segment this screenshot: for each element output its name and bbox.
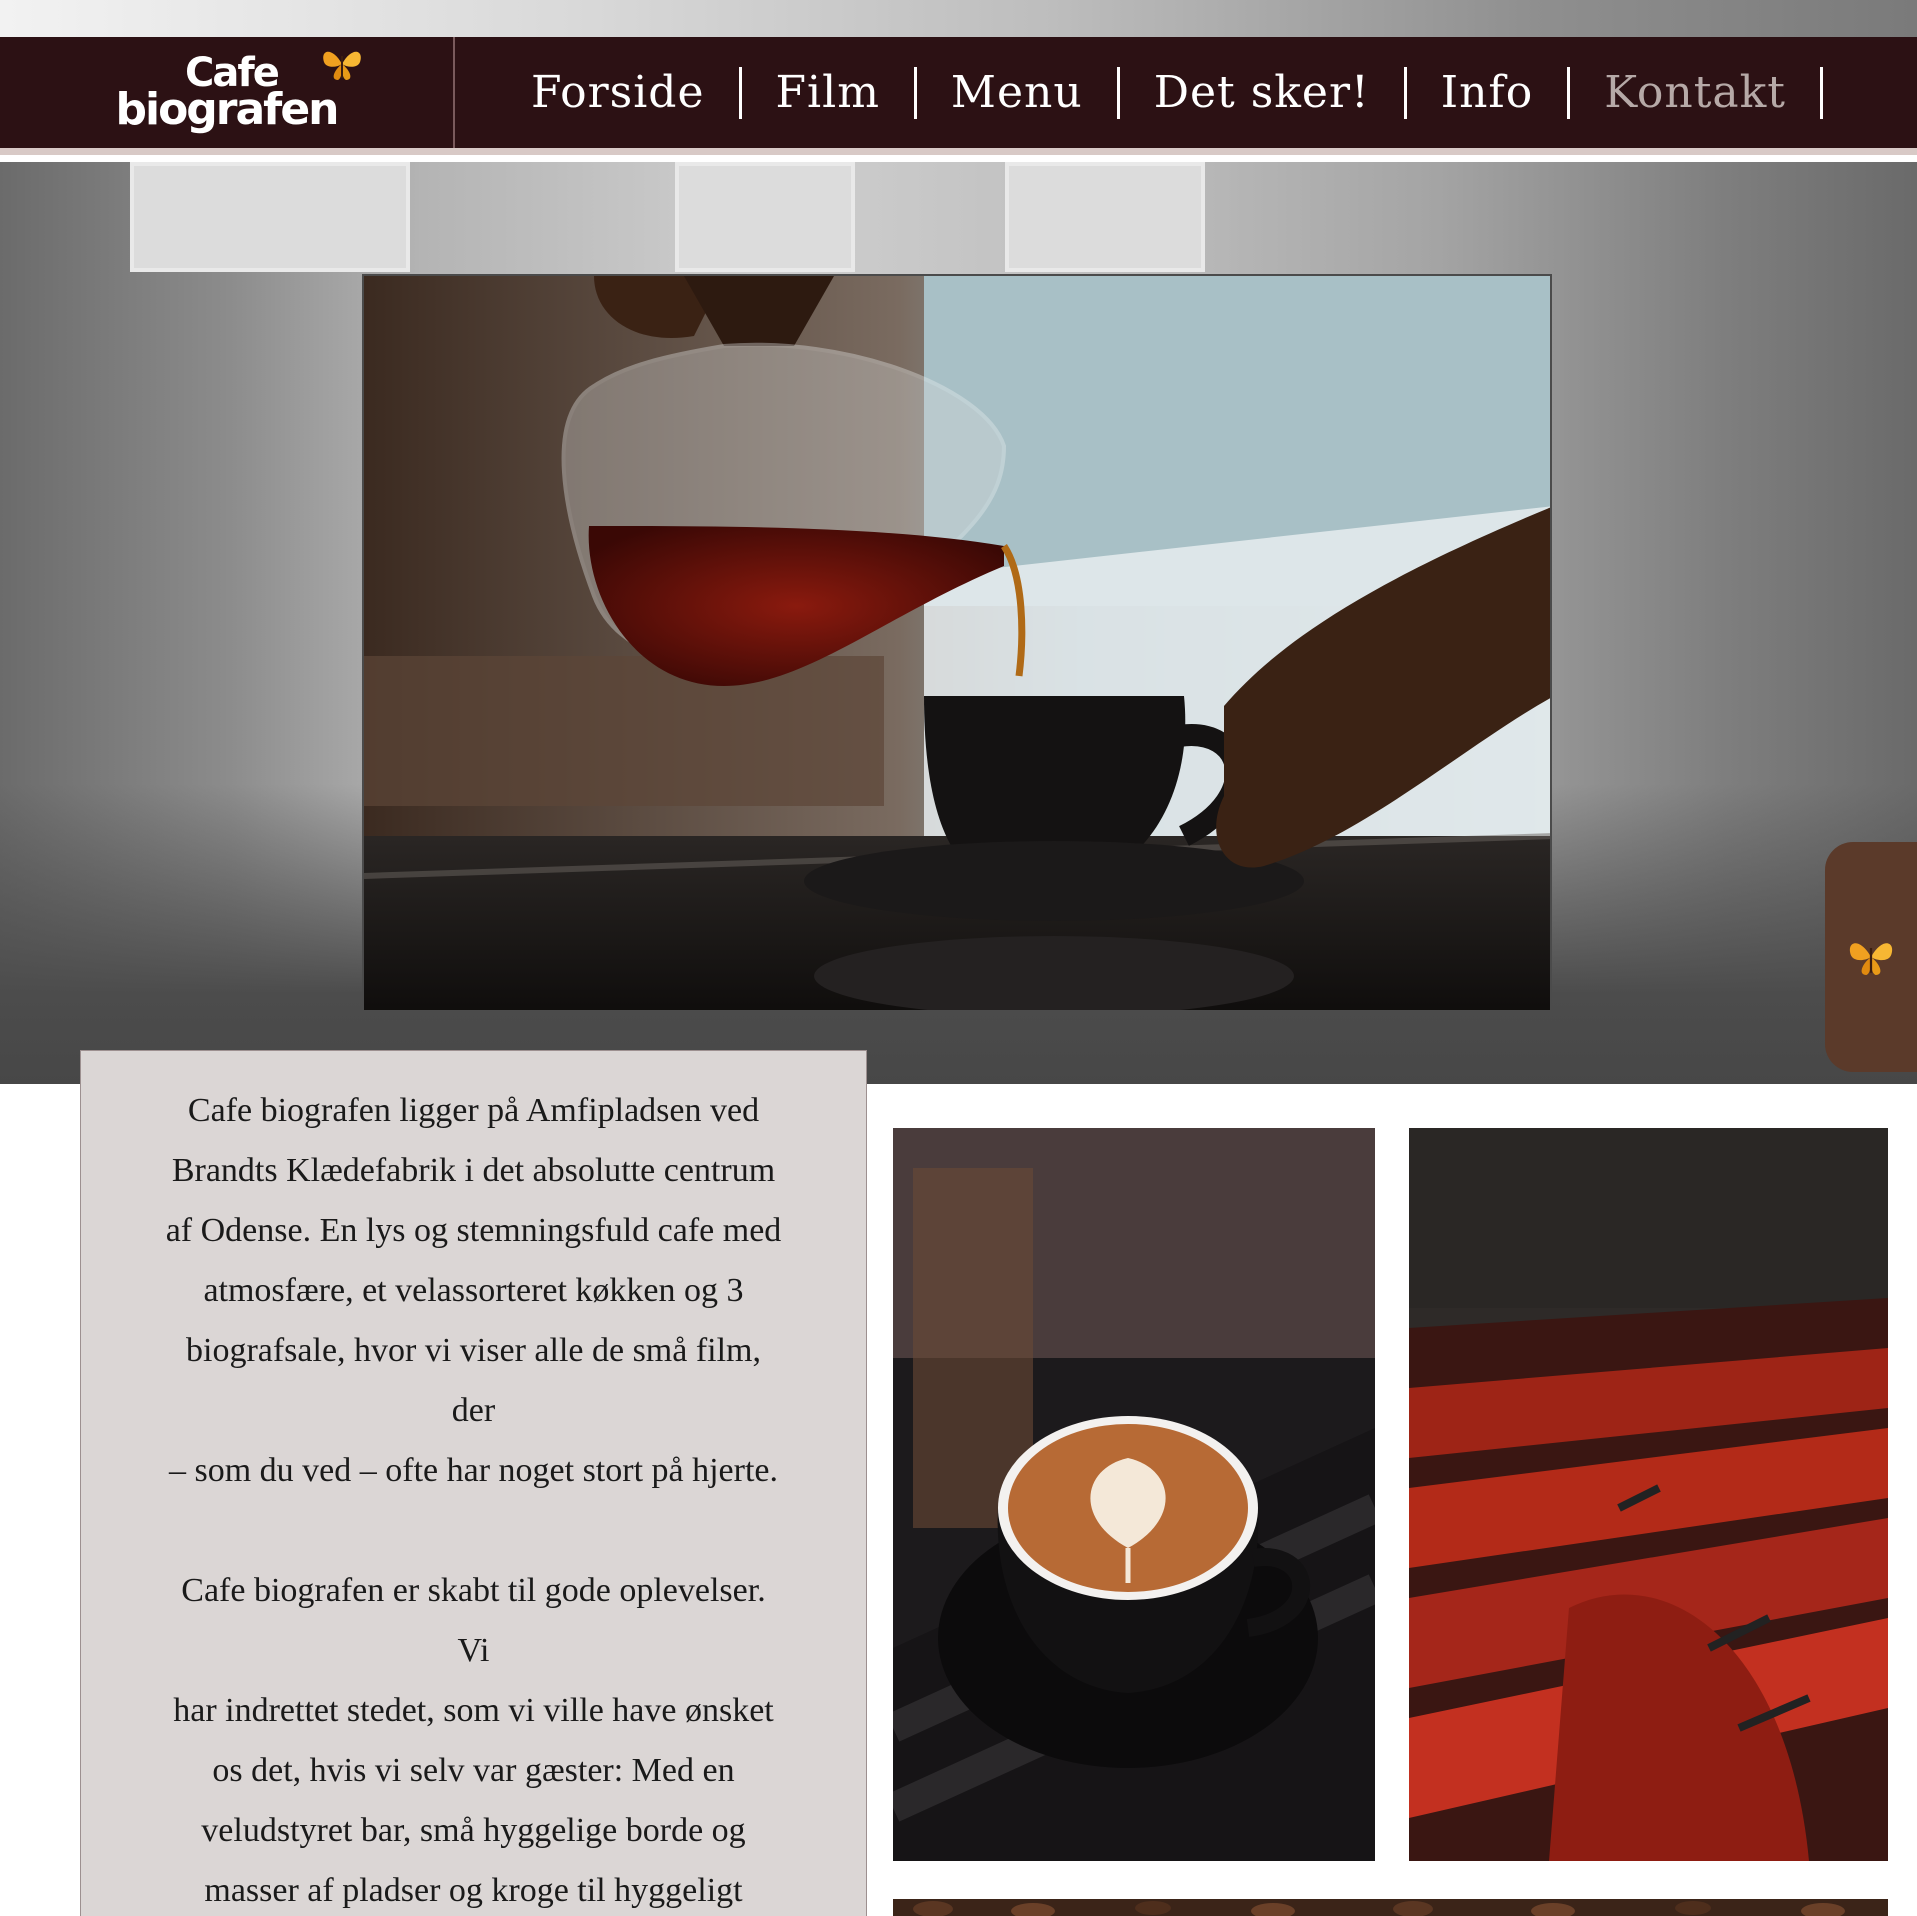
side-tab-button[interactable] (1825, 842, 1917, 1072)
intro-paragraph-2: Cafe biografen er skabt til gode oplevel… (173, 1572, 774, 1909)
butterfly-icon (322, 52, 361, 81)
background-window (675, 162, 855, 272)
nav-separator (1819, 66, 1823, 119)
nav-menu[interactable]: Menu (917, 67, 1117, 118)
main-nav: Forside Film Menu Det sker! Info Kontakt (497, 66, 1823, 119)
butterfly-icon (1849, 943, 1893, 975)
coffee-beans-image (893, 1899, 1888, 1916)
nav-forside[interactable]: Forside (497, 67, 739, 118)
background-window (1005, 162, 1205, 272)
logo-line-2: biografen (115, 83, 339, 135)
intro-paragraph-1: Cafe biografen ligger på Amfipladsen ved… (165, 1092, 782, 1489)
background-window (130, 162, 410, 272)
logo: Cafe biografen (115, 52, 361, 135)
coffee-pour-illustration (364, 276, 1550, 1010)
cinema-seats-illustration (1409, 1128, 1888, 1861)
intro-text-card: Cafe biografen ligger på Amfipladsen ved… (80, 1050, 867, 1916)
nav-info[interactable]: Info (1407, 67, 1568, 118)
latte-illustration (893, 1128, 1375, 1861)
site-header: Cafe biografen Forside Film Menu Det ske… (0, 37, 1917, 155)
top-background-strip (0, 0, 1917, 37)
cinema-seats-image (1409, 1128, 1888, 1861)
logo-link[interactable]: Cafe biografen (0, 37, 455, 148)
hero-coffee-pour-image (362, 274, 1552, 1012)
hero-section (0, 162, 1917, 1084)
nav-kontakt[interactable]: Kontakt (1570, 67, 1820, 118)
coffee-beans-illustration (893, 1899, 1888, 1916)
latte-image (893, 1128, 1375, 1861)
nav-det-sker[interactable]: Det sker! (1120, 67, 1404, 118)
nav-film[interactable]: Film (742, 67, 914, 118)
